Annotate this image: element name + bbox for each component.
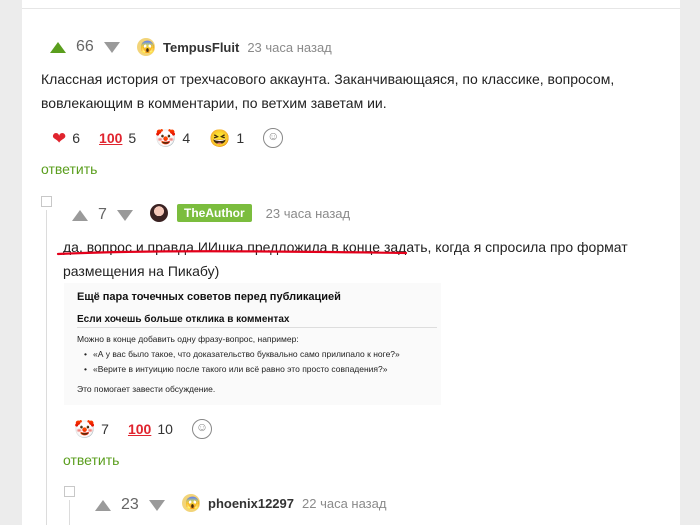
reaction-count: 1	[236, 130, 245, 146]
upvote-arrow-icon[interactable]	[50, 41, 66, 53]
add-reaction-icon[interactable]: ☺	[263, 128, 284, 148]
red-underline-annotation	[56, 250, 408, 256]
comment-2-reply-link[interactable]: ответить	[63, 452, 119, 468]
reaction-count: 6	[72, 130, 81, 146]
avatar-face-icon: 😱	[140, 40, 155, 54]
upvote-arrow-icon[interactable]	[72, 209, 88, 221]
comment-1-header: 😱 TempusFluit 23 часа назад	[137, 38, 332, 56]
smiley-plus-icon: ☺	[267, 129, 280, 143]
comment-3-vote-row: 23	[95, 496, 165, 514]
thread-line	[69, 500, 70, 525]
screenshot-bullet-2: • «Верите в интуицию после такого или вс…	[84, 364, 388, 374]
embedded-screenshot[interactable]: Ещё пара точечных советов перед публикац…	[64, 283, 441, 405]
comment-2-reactions: 🤡 7 100 10 ☺	[74, 419, 212, 439]
screenshot-bullet-text: «Верите в интуицию после такого или всё …	[92, 364, 388, 374]
comment-2-vote-row: 7	[72, 206, 133, 224]
comment-2-timestamp[interactable]: 23 часа назад	[266, 206, 350, 221]
comment-1-reactions: ❤ 6 100 5 🤡 4 😆 1 ☺	[52, 128, 284, 148]
screenshot-intro: Можно в конце добавить одну фразу-вопрос…	[77, 334, 299, 344]
screenshot-bullet-text: «А у вас было такое, что доказательство …	[92, 349, 400, 359]
author-badge[interactable]: TheAuthor	[177, 204, 252, 222]
downvote-arrow-icon[interactable]	[116, 209, 133, 221]
reaction-count: 10	[157, 421, 173, 437]
reaction-laughing[interactable]: 😆 1	[209, 130, 244, 147]
comment-1-text-line-1: Классная история от трехчасового аккаунт…	[41, 71, 615, 87]
heart-icon: ❤	[52, 128, 67, 148]
comment-3-vote-count: 23	[121, 496, 139, 513]
comments-panel: 66 😱 TempusFluit 23 часа назад Классная …	[22, 0, 680, 525]
comment-2-header: TheAuthor 23 часа назад	[150, 204, 350, 222]
screenshot-bullet-1: • «А у вас было такое, что доказательств…	[84, 349, 400, 359]
reaction-hundred[interactable]: 100 5	[99, 130, 136, 146]
comment-1-vote-count: 66	[76, 38, 94, 55]
reaction-count: 7	[101, 421, 109, 437]
comment-3-timestamp[interactable]: 22 часа назад	[302, 496, 386, 511]
clown-icon: 🤡	[155, 128, 177, 148]
comment-1-timestamp[interactable]: 23 часа назад	[247, 40, 331, 55]
clown-icon: 🤡	[74, 419, 96, 439]
comment-1-vote-row: 66	[50, 38, 120, 56]
avatar[interactable]: 😱	[137, 38, 155, 56]
comment-1-username[interactable]: TempusFluit	[163, 40, 239, 55]
reaction-count: 5	[128, 130, 137, 146]
comment-3-header: 😱 phoenix12297 22 часа назад	[182, 494, 386, 512]
add-reaction-icon[interactable]: ☺	[191, 419, 212, 439]
comment-2-text-line-2: размещения на Пикабу)	[63, 263, 220, 279]
downvote-arrow-icon[interactable]	[148, 499, 165, 511]
collapse-thread-toggle[interactable]	[41, 196, 52, 207]
reaction-clown[interactable]: 🤡 4	[155, 130, 190, 147]
screenshot-subtitle: Если хочешь больше отклика в комментах	[77, 314, 290, 325]
comment-2-vote-count: 7	[98, 206, 107, 223]
reaction-heart[interactable]: ❤ 6	[52, 130, 80, 147]
comment-1-text-line-2: вовлекающим в комментарии, по ветхим зав…	[41, 95, 387, 111]
screenshot-outro: Это помогает завести обсуждение.	[77, 384, 216, 394]
comment-1-reply-link[interactable]: ответить	[41, 161, 97, 177]
smiley-plus-icon: ☺	[195, 420, 209, 434]
comment-2-text: да, вопрос и правда ИИшка предложила в к…	[63, 235, 663, 283]
comment-3-username[interactable]: phoenix12297	[208, 496, 294, 511]
avatar[interactable]	[150, 204, 168, 222]
screenshot-title: Ещё пара точечных советов перед публикац…	[77, 291, 341, 303]
upvote-arrow-icon[interactable]	[95, 499, 111, 511]
hundred-icon: 100	[99, 130, 123, 146]
bullet-icon: •	[84, 349, 87, 359]
reaction-clown[interactable]: 🤡 7	[74, 421, 109, 438]
reaction-count: 4	[182, 130, 191, 146]
thread-line	[46, 210, 47, 525]
bullet-icon: •	[84, 364, 87, 374]
downvote-arrow-icon[interactable]	[103, 41, 120, 53]
avatar[interactable]: 😱	[182, 494, 200, 512]
laughing-face-icon: 😆	[209, 128, 231, 148]
top-divider	[22, 8, 680, 9]
collapse-thread-toggle[interactable]	[64, 486, 75, 497]
reaction-hundred[interactable]: 100 10	[128, 421, 173, 437]
hundred-icon: 100	[127, 421, 152, 437]
screenshot-divider	[77, 327, 437, 328]
comment-1-text: Классная история от трехчасового аккаунт…	[41, 67, 661, 115]
avatar-face-icon: 😱	[185, 496, 200, 510]
